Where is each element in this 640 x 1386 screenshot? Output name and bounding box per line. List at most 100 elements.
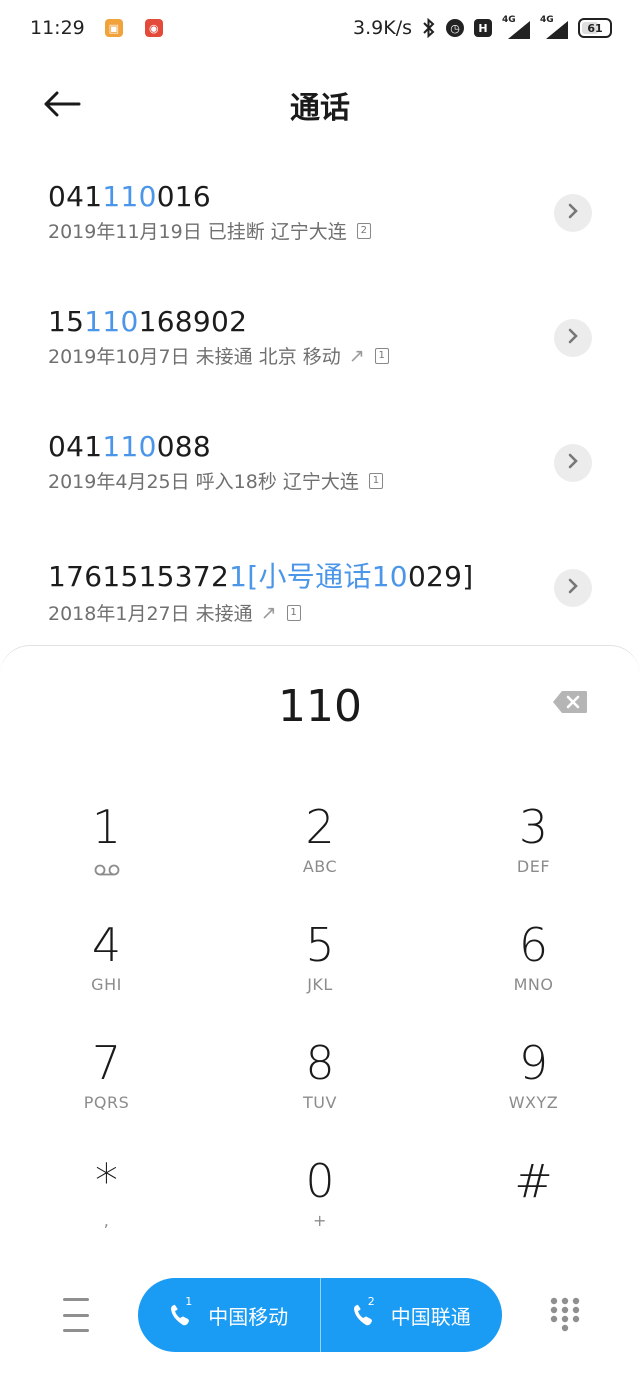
battery-level: 61 xyxy=(587,21,603,35)
key-4[interactable]: 4 GHI xyxy=(0,909,213,1027)
result-number: 17615153721[小号通话10029] xyxy=(48,555,592,595)
arrow-left-icon xyxy=(43,91,81,121)
key-digit: 5 xyxy=(305,918,335,972)
dialpad-keys: 1 2 ABC 3 DEF 4 GHI 5 JKL 6 MNO 7 PQRS 8… xyxy=(0,791,640,1263)
status-right: 3.9K/s ◷ H 4G 4G 61 xyxy=(353,15,612,39)
result-number: 041110016 xyxy=(48,180,592,213)
key-digit: 4 xyxy=(91,918,122,972)
outgoing-call-icon: ↗ xyxy=(348,344,365,367)
key-8[interactable]: 8 TUV xyxy=(213,1027,427,1145)
status-bar: 11:29 ▣ ◉ 3.9K/s ◷ H 4G 4G 61 xyxy=(0,0,640,56)
signal-sim1-icon: 4G xyxy=(502,15,530,39)
page-title: 通话 xyxy=(290,91,350,126)
menu-icon xyxy=(63,1298,89,1301)
sim-badge: 1 xyxy=(374,347,389,364)
number-suffix: 029] xyxy=(407,560,474,593)
key-star[interactable]: * , xyxy=(0,1145,213,1263)
number-suffix: 088 xyxy=(156,430,212,463)
number-prefix: 1761515372 xyxy=(48,560,230,593)
list-item[interactable]: 17615153721[小号通话10029] 2018年1月27日 未接通 ↗ … xyxy=(0,525,640,650)
number-match: 110 xyxy=(102,180,157,213)
list-item[interactable]: 15110168902 2019年10月7日 未接通 北京 移动 ↗ 1 xyxy=(0,275,640,400)
key-digit: # xyxy=(514,1154,553,1208)
chevron-right-icon xyxy=(566,202,580,224)
key-digit: 9 xyxy=(518,1036,549,1090)
key-letters: DEF xyxy=(516,857,551,876)
detail-button[interactable] xyxy=(554,194,592,232)
call-info: 2018年1月27日 未接通 xyxy=(48,603,253,625)
detail-button[interactable] xyxy=(554,444,592,482)
number-prefix: 041 xyxy=(48,180,103,213)
menu-button[interactable] xyxy=(58,1298,94,1332)
network-speed: 3.9K/s xyxy=(353,17,412,39)
key-3[interactable]: 3 DEF xyxy=(427,791,640,909)
key-letters: + xyxy=(313,1211,327,1230)
alarm-clock-icon: ◷ xyxy=(446,19,464,37)
key-6[interactable]: 6 MNO xyxy=(427,909,640,1027)
status-left: 11:29 ▣ ◉ xyxy=(30,17,163,39)
backspace-button[interactable] xyxy=(552,691,588,717)
sim-badge: 1 xyxy=(286,604,301,621)
key-digit: * xyxy=(95,1154,118,1208)
status-time: 11:29 xyxy=(30,17,85,39)
call-sim2-button[interactable]: 2 中国联通 xyxy=(319,1278,503,1352)
phone-sim1-icon: 1 xyxy=(169,1295,198,1327)
outgoing-call-icon: ↗ xyxy=(260,601,277,624)
key-letters: ABC xyxy=(302,857,338,876)
key-letters: JKL xyxy=(307,975,333,994)
detail-button[interactable] xyxy=(554,569,592,607)
key-9[interactable]: 9 WXYZ xyxy=(427,1027,640,1145)
hd-icon: H xyxy=(474,19,492,37)
keypad-toggle-button[interactable] xyxy=(548,1296,582,1334)
key-letters: MNO xyxy=(513,975,554,994)
key-7[interactable]: 7 PQRS xyxy=(0,1027,213,1145)
dial-number-display[interactable]: 110 xyxy=(0,676,640,736)
call-sim2-label: 中国联通 xyxy=(390,1304,471,1329)
key-5[interactable]: 5 JKL xyxy=(213,909,427,1027)
sim-badge: 1 xyxy=(368,472,383,489)
key-digit: 3 xyxy=(518,800,549,854)
call-sim1-label: 中国移动 xyxy=(208,1304,289,1329)
result-meta: 2018年1月27日 未接通 ↗ 1 xyxy=(48,599,592,626)
key-2[interactable]: 2 ABC xyxy=(213,791,427,909)
list-item[interactable]: 041110088 2019年4月25日 呼入18秒 辽宁大连 1 xyxy=(0,400,640,525)
search-results-list: 041110016 2019年11月19日 已挂断 辽宁大连 2 1511016… xyxy=(0,150,640,650)
bluetooth-icon xyxy=(422,18,436,38)
key-1[interactable]: 1 xyxy=(0,791,213,909)
call-sim1-button[interactable]: 1 中国移动 xyxy=(138,1278,320,1352)
number-match: 110 xyxy=(84,305,139,338)
call-info: 2019年4月25日 呼入18秒 辽宁大连 xyxy=(48,471,359,493)
weibo-notification-icon: ◉ xyxy=(144,19,163,37)
result-meta: 2019年11月19日 已挂断 辽宁大连 2 xyxy=(48,217,592,244)
call-info: 2019年11月19日 已挂断 辽宁大连 xyxy=(48,221,347,243)
key-0[interactable]: 0 + xyxy=(213,1145,427,1263)
key-digit: 0 xyxy=(305,1154,335,1208)
key-digit: 8 xyxy=(305,1036,335,1090)
back-button[interactable] xyxy=(40,86,84,126)
key-letters: PQRS xyxy=(83,1093,130,1112)
number-match: 1[小号通话10 xyxy=(229,560,408,593)
key-hash[interactable]: # xyxy=(427,1145,640,1263)
detail-button[interactable] xyxy=(554,319,592,357)
chevron-right-icon xyxy=(566,327,580,349)
header: 通话 xyxy=(0,70,640,140)
result-meta: 2019年4月25日 呼入18秒 辽宁大连 1 xyxy=(48,467,592,494)
result-meta: 2019年10月7日 未接通 北京 移动 ↗ 1 xyxy=(48,342,592,369)
number-prefix: 041 xyxy=(48,430,103,463)
key-letters: , xyxy=(103,1211,110,1230)
chevron-right-icon xyxy=(566,577,580,599)
sim-badge: 2 xyxy=(356,222,371,239)
battery-icon: 61 xyxy=(578,18,612,38)
notification-app-icon: ▣ xyxy=(104,19,123,37)
voicemail-icon xyxy=(94,861,120,880)
key-digit: 6 xyxy=(518,918,549,972)
chevron-right-icon xyxy=(566,452,580,474)
list-item[interactable]: 041110016 2019年11月19日 已挂断 辽宁大连 2 xyxy=(0,150,640,275)
call-info: 2019年10月7日 未接通 北京 移动 xyxy=(48,346,341,368)
call-button-group: 1 中国移动 2 中国联通 xyxy=(138,1278,502,1352)
dialpad-grid-icon xyxy=(548,1297,582,1338)
key-letters: GHI xyxy=(91,975,122,994)
result-number: 041110088 xyxy=(48,430,592,463)
backspace-icon xyxy=(552,690,588,718)
key-letters: WXYZ xyxy=(508,1093,559,1112)
